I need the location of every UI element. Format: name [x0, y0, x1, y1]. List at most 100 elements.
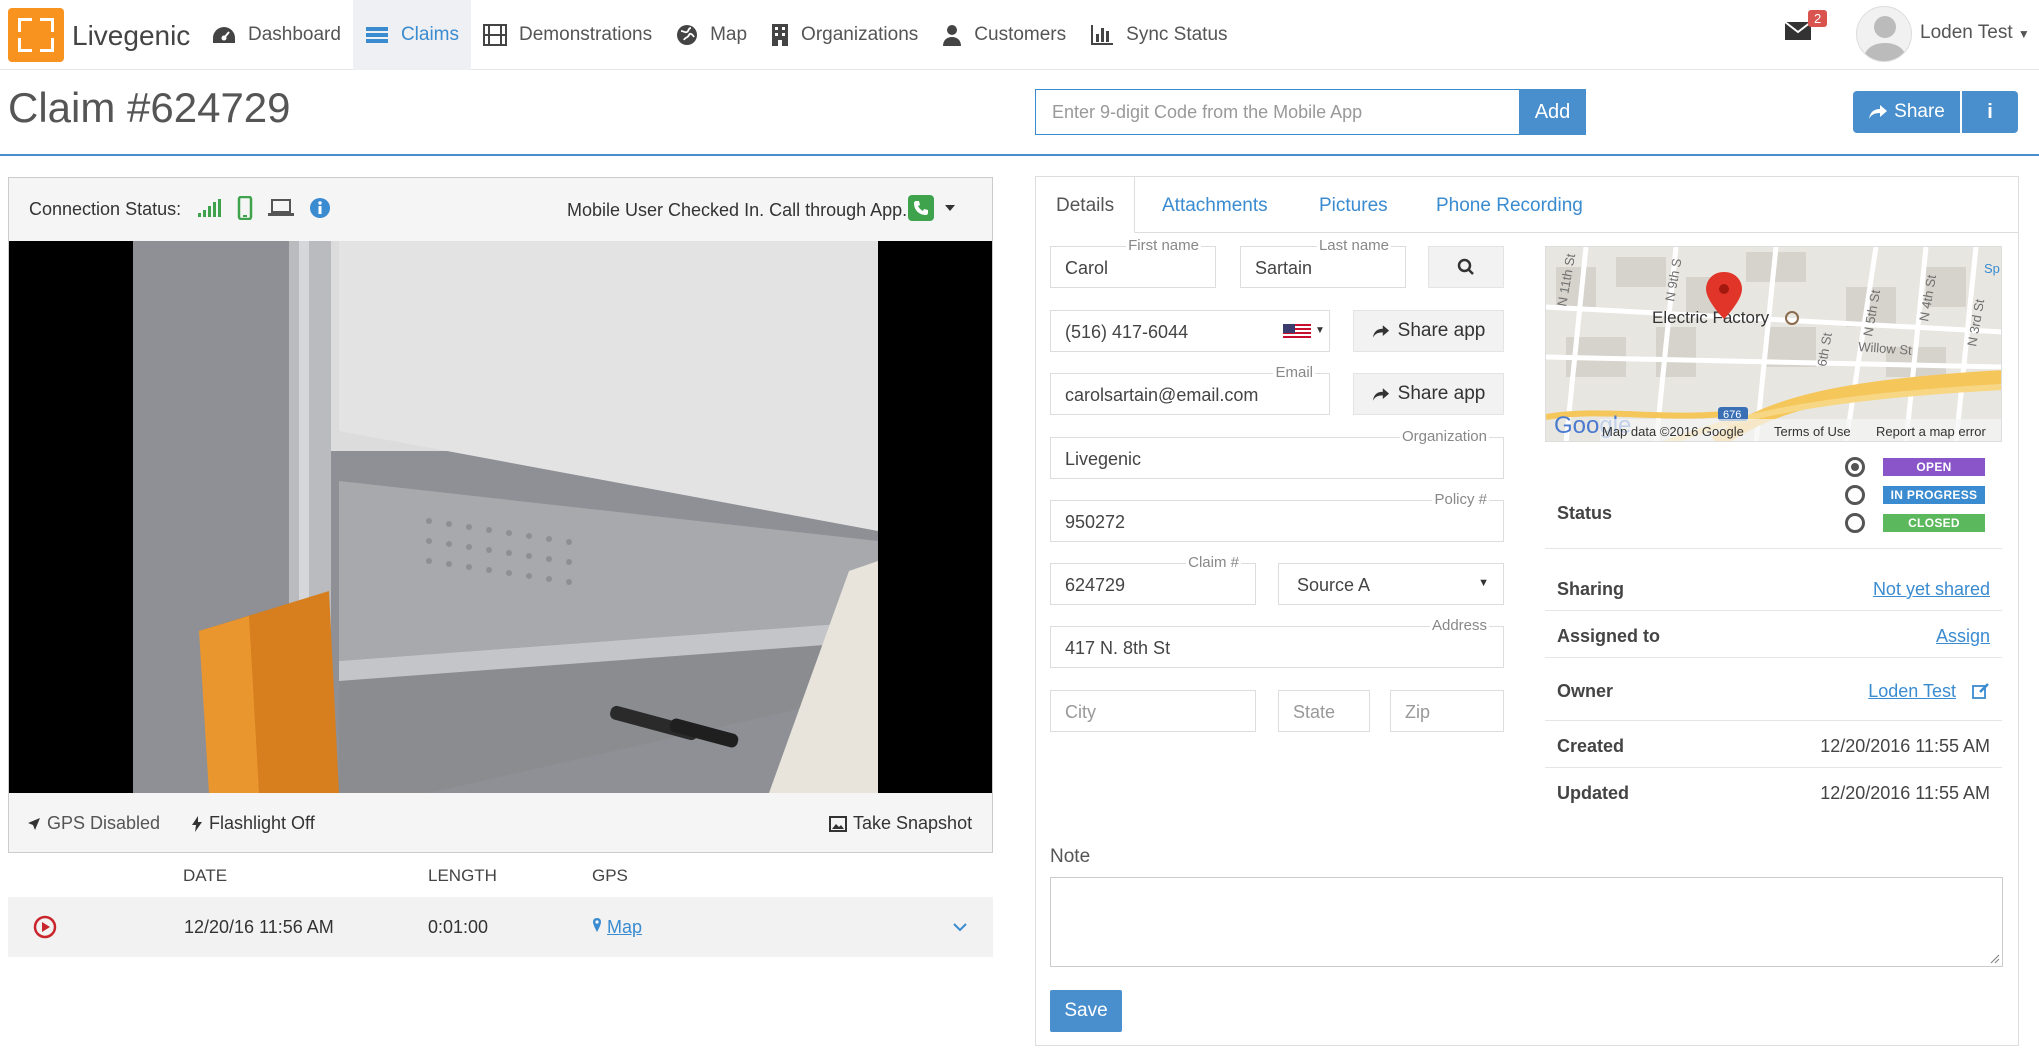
nav-demonstrations-label: Demonstrations	[519, 24, 653, 45]
tab-pictures[interactable]: Pictures	[1319, 195, 1388, 217]
status-radio-open[interactable]	[1845, 457, 1865, 477]
state-field[interactable]: State	[1278, 690, 1370, 732]
note-textarea[interactable]	[1050, 877, 2003, 967]
share-app-email-label: Share app	[1397, 383, 1486, 404]
nav-sync-status[interactable]: Sync Status	[1078, 0, 1239, 70]
user-menu[interactable]: Loden Test ▼	[1920, 22, 2030, 44]
map-terms-link[interactable]: Terms of Use	[1774, 424, 1851, 439]
email-field[interactable]: Email carolsartain@email.com	[1050, 364, 1330, 415]
call-app-button[interactable]	[908, 195, 934, 221]
share-app-phone-button[interactable]: Share app	[1353, 310, 1504, 352]
status-radio-in-progress[interactable]	[1845, 485, 1865, 505]
created-key: Created	[1557, 736, 1625, 756]
take-snapshot-button[interactable]: Take Snapshot	[829, 813, 972, 834]
detail-tabs: Details Attachments Pictures Phone Recor…	[1036, 177, 2018, 233]
play-record-icon[interactable]	[33, 915, 57, 939]
brand-name[interactable]: Livegenic	[72, 20, 190, 52]
info-circle-icon[interactable]	[309, 197, 331, 219]
chevron-down-icon[interactable]	[952, 922, 968, 932]
call-dropdown-caret-icon[interactable]	[945, 205, 955, 211]
user-avatar[interactable]	[1856, 6, 1912, 62]
recording-gps-link[interactable]: Map	[592, 917, 642, 938]
user-icon	[943, 25, 962, 46]
share-icon	[1869, 105, 1888, 119]
title-divider	[0, 154, 2039, 156]
zip-field[interactable]: Zip	[1390, 690, 1504, 732]
first-name-field[interactable]: First name Carol	[1050, 237, 1216, 288]
address-label: Address	[1429, 617, 1489, 634]
state-placeholder: State	[1293, 702, 1336, 722]
map-tiles-image: N 11th St N 9th S N 5th St N 4th St N 3r…	[1546, 247, 2001, 441]
share-app-email-button[interactable]: Share app	[1353, 373, 1504, 415]
status-radio-closed[interactable]	[1845, 513, 1865, 533]
video-panel: Connection Status: Mobile User Checked I…	[8, 177, 993, 853]
live-video-feed[interactable]	[9, 241, 992, 793]
assigned-row: Assigned to Assign	[1545, 612, 2002, 658]
phone-field[interactable]: (516) 417-6044 ▼	[1050, 310, 1330, 352]
lightning-icon	[192, 815, 202, 832]
nav-organizations[interactable]: Organizations	[759, 0, 930, 70]
phone-value: (516) 417-6044	[1065, 322, 1189, 342]
resize-handle-icon[interactable]	[1988, 952, 2000, 964]
search-customer-button[interactable]	[1428, 246, 1504, 288]
status-option-closed[interactable]: CLOSED	[1845, 513, 1985, 533]
mobile-code-input[interactable]	[1035, 89, 1520, 135]
source-value: Source A	[1297, 575, 1371, 595]
us-flag-icon[interactable]	[1283, 324, 1311, 340]
table-row[interactable]: 12/20/16 11:56 AM 0:01:00 Map	[8, 897, 993, 957]
nav-sync-status-label: Sync Status	[1126, 24, 1228, 45]
updated-row: Updated 12/20/2016 11:55 AM	[1545, 769, 2002, 815]
gps-toggle-label: GPS Disabled	[47, 813, 161, 833]
chevron-down-icon: ▼	[2017, 27, 2030, 41]
add-code-button[interactable]: Add	[1519, 89, 1586, 135]
nav-demonstrations[interactable]: Demonstrations	[471, 0, 664, 70]
save-button[interactable]: Save	[1050, 990, 1122, 1032]
first-name-label: First name	[1126, 237, 1201, 254]
tab-details[interactable]: Details	[1036, 177, 1136, 233]
map-attribution: Map data ©2016 Google	[1602, 424, 1744, 439]
signal-icon	[198, 199, 221, 217]
owner-link[interactable]: Loden Test	[1868, 681, 1956, 702]
policy-field[interactable]: Policy # 950272	[1050, 491, 1504, 542]
country-caret-icon[interactable]: ▼	[1315, 325, 1325, 336]
last-name-label: Last name	[1316, 237, 1391, 254]
nav-dashboard[interactable]: Dashboard	[200, 0, 353, 70]
nav-claims[interactable]: Claims	[352, 0, 472, 70]
address-value: 417 N. 8th St	[1065, 638, 1171, 658]
map-report-link[interactable]: Report a map error	[1876, 424, 1986, 439]
share-button[interactable]: Share	[1853, 91, 1960, 133]
nav-claims-label: Claims	[400, 24, 460, 45]
col-header-gps[interactable]: GPS	[592, 866, 628, 886]
last-name-field[interactable]: Last name Sartain	[1240, 237, 1406, 288]
last-name-value: Sartain	[1255, 258, 1313, 278]
col-header-length[interactable]: LENGTH	[428, 866, 497, 886]
updated-value: 12/20/2016 11:55 AM	[1820, 783, 1990, 803]
user-name-label: Loden Test	[1920, 22, 2013, 43]
owner-row: Owner Loden Test	[1545, 659, 2002, 721]
status-option-in-progress[interactable]: IN PROGRESS	[1845, 485, 1985, 505]
sharing-key: Sharing	[1557, 579, 1625, 599]
tab-phone-recording[interactable]: Phone Recording	[1436, 195, 1583, 217]
city-field[interactable]: City	[1050, 690, 1256, 732]
col-header-date[interactable]: DATE	[183, 866, 227, 886]
organization-field[interactable]: Organization Livegenic	[1050, 428, 1504, 479]
map-place-label: Electric Factory	[1652, 308, 1770, 327]
claim-number-field[interactable]: Claim # 624729	[1050, 554, 1256, 605]
location-map[interactable]: N 11th St N 9th S N 5th St N 4th St N 3r…	[1545, 246, 2002, 442]
source-select[interactable]: Source A ▼	[1278, 563, 1504, 605]
brand-logo[interactable]	[8, 8, 64, 62]
nav-map[interactable]: Map	[664, 0, 759, 70]
video-controls: GPS Disabled Flashlight Off Take Snapsho…	[9, 793, 992, 853]
sharing-link[interactable]: Not yet shared	[1873, 579, 1990, 600]
assign-link[interactable]: Assign	[1936, 626, 1990, 647]
flashlight-toggle[interactable]: Flashlight Off	[191, 813, 315, 834]
created-value: 12/20/2016 11:55 AM	[1820, 736, 1990, 756]
edit-icon[interactable]	[1972, 682, 1990, 700]
tab-attachments[interactable]: Attachments	[1162, 195, 1268, 217]
address-field[interactable]: Address 417 N. 8th St	[1050, 617, 1504, 668]
status-option-open[interactable]: OPEN	[1845, 457, 1985, 477]
gps-toggle[interactable]: GPS Disabled	[27, 813, 160, 834]
info-button[interactable]: i	[1962, 91, 2018, 133]
nav-customers[interactable]: Customers	[930, 0, 1078, 70]
assigned-key: Assigned to	[1557, 626, 1661, 646]
